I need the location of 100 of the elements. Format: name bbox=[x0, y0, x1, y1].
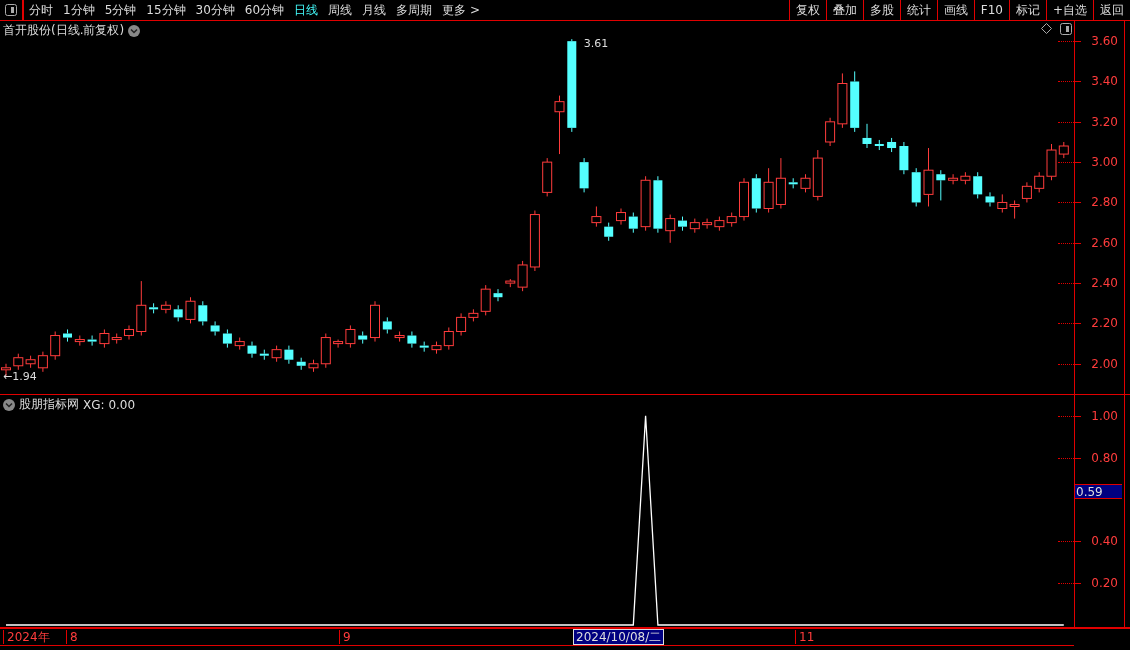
candlestick bbox=[899, 141, 909, 175]
candlestick bbox=[247, 341, 257, 359]
candlestick bbox=[837, 72, 848, 129]
candlestick bbox=[985, 191, 995, 207]
candlestick bbox=[443, 326, 454, 351]
candlestick bbox=[87, 335, 97, 347]
chart-title: 首开股份(日线.前复权) bbox=[3, 22, 125, 39]
candlestick bbox=[1021, 181, 1032, 203]
period-tab[interactable]: 30分钟 bbox=[195, 1, 235, 19]
period-tab[interactable]: 5分钟 bbox=[104, 1, 137, 19]
period-tab[interactable]: 分时 bbox=[29, 1, 53, 19]
period-tab[interactable]: 15分钟 bbox=[146, 1, 186, 19]
axis-label: 2.60 bbox=[1091, 235, 1118, 250]
dropdown-icon[interactable] bbox=[3, 398, 15, 411]
candlestick bbox=[529, 210, 540, 272]
candlestick bbox=[591, 205, 602, 228]
candlestick bbox=[173, 304, 183, 322]
candlestick bbox=[911, 167, 921, 207]
candlestick bbox=[973, 171, 983, 199]
candlestick bbox=[493, 288, 503, 302]
candlestick bbox=[345, 324, 356, 349]
date-label: 2024年 bbox=[3, 630, 50, 644]
candlestick bbox=[124, 324, 134, 341]
candlestick bbox=[628, 212, 638, 234]
high-price-marker: 3.61 bbox=[583, 37, 609, 50]
candlestick bbox=[149, 302, 159, 314]
candlestick bbox=[702, 218, 713, 230]
candlestick bbox=[160, 300, 171, 314]
cursor-date-label: 2024/10/08/二 bbox=[573, 629, 665, 645]
candlestick bbox=[850, 70, 860, 133]
candlestick bbox=[419, 341, 429, 353]
candlestick bbox=[382, 316, 392, 335]
period-tab[interactable]: 周线 bbox=[328, 1, 353, 19]
candlestick bbox=[678, 216, 687, 232]
candlestick bbox=[825, 117, 836, 147]
candlestick bbox=[394, 331, 405, 343]
candlestick bbox=[997, 193, 1008, 214]
axis-label: 2.40 bbox=[1091, 276, 1118, 291]
candlestick bbox=[567, 38, 577, 133]
candlestick bbox=[788, 177, 798, 189]
candlestick bbox=[936, 169, 946, 201]
axis-label: 2.00 bbox=[1091, 356, 1118, 371]
period-tab[interactable]: 月线 bbox=[362, 1, 387, 19]
indicator-legend: XG: 0.00 bbox=[83, 397, 136, 412]
axis-label: 3.20 bbox=[1091, 114, 1118, 129]
candlestick bbox=[1009, 199, 1020, 220]
candlestick bbox=[407, 331, 417, 349]
candlestick bbox=[948, 173, 959, 185]
panel-toggle-icon[interactable] bbox=[1060, 23, 1072, 35]
candlestick bbox=[739, 177, 749, 222]
candlestick bbox=[136, 280, 147, 337]
axis-label: 0.40 bbox=[1091, 534, 1118, 549]
candlestick bbox=[210, 320, 220, 337]
period-tab[interactable]: 更多 > bbox=[442, 1, 480, 19]
axis-label: 0.20 bbox=[1091, 576, 1118, 591]
candlestick bbox=[37, 351, 48, 373]
candlestick bbox=[554, 95, 565, 155]
candlestick bbox=[198, 300, 208, 326]
candlestick bbox=[333, 339, 344, 349]
axis-label: 1.00 bbox=[1091, 408, 1118, 423]
period-tab[interactable]: 60分钟 bbox=[244, 1, 285, 19]
candlestick bbox=[604, 222, 614, 242]
candlestick bbox=[874, 139, 884, 151]
candlestick bbox=[653, 175, 663, 234]
candlestick bbox=[763, 167, 774, 214]
candlestick bbox=[358, 331, 368, 345]
candlestick bbox=[370, 300, 380, 343]
candlestick bbox=[665, 214, 676, 244]
cursor-value-label: 0.59 bbox=[1075, 484, 1122, 499]
axis-label: 2.80 bbox=[1091, 195, 1118, 210]
candlestick bbox=[775, 157, 786, 210]
candlestick bbox=[887, 137, 897, 153]
axis-label: 3.00 bbox=[1091, 155, 1118, 170]
candlestick bbox=[50, 331, 61, 361]
low-price-marker: ←1.94 bbox=[3, 370, 37, 383]
period-tab[interactable]: 多周期 bbox=[396, 1, 433, 19]
candlestick bbox=[579, 157, 589, 193]
date-label: 11 bbox=[795, 630, 815, 644]
candlestick bbox=[862, 123, 872, 149]
date-label: 8 bbox=[66, 630, 78, 644]
indicator-title: 股朋指标网 bbox=[19, 396, 79, 413]
period-tab[interactable]: 日线 bbox=[294, 1, 319, 19]
diamond-icon[interactable] bbox=[1041, 23, 1052, 34]
candlestick bbox=[751, 173, 761, 214]
candlestick bbox=[640, 175, 651, 232]
panel-toggle-icon[interactable] bbox=[5, 4, 17, 16]
axis-label: 3.40 bbox=[1091, 74, 1118, 89]
axis-label: 3.60 bbox=[1091, 34, 1118, 49]
candlestick bbox=[259, 349, 269, 361]
axis-label: 2.20 bbox=[1091, 316, 1118, 331]
axis-label: 0.80 bbox=[1091, 450, 1118, 465]
candlestick bbox=[63, 328, 72, 343]
candlestick bbox=[284, 345, 294, 365]
period-tab[interactable]: 1分钟 bbox=[63, 1, 95, 19]
candlestick bbox=[222, 328, 232, 349]
candlestick bbox=[456, 312, 467, 337]
candlestick bbox=[296, 357, 306, 371]
candlestick bbox=[923, 147, 934, 207]
dropdown-icon[interactable] bbox=[128, 24, 141, 37]
candlestick bbox=[616, 208, 626, 226]
